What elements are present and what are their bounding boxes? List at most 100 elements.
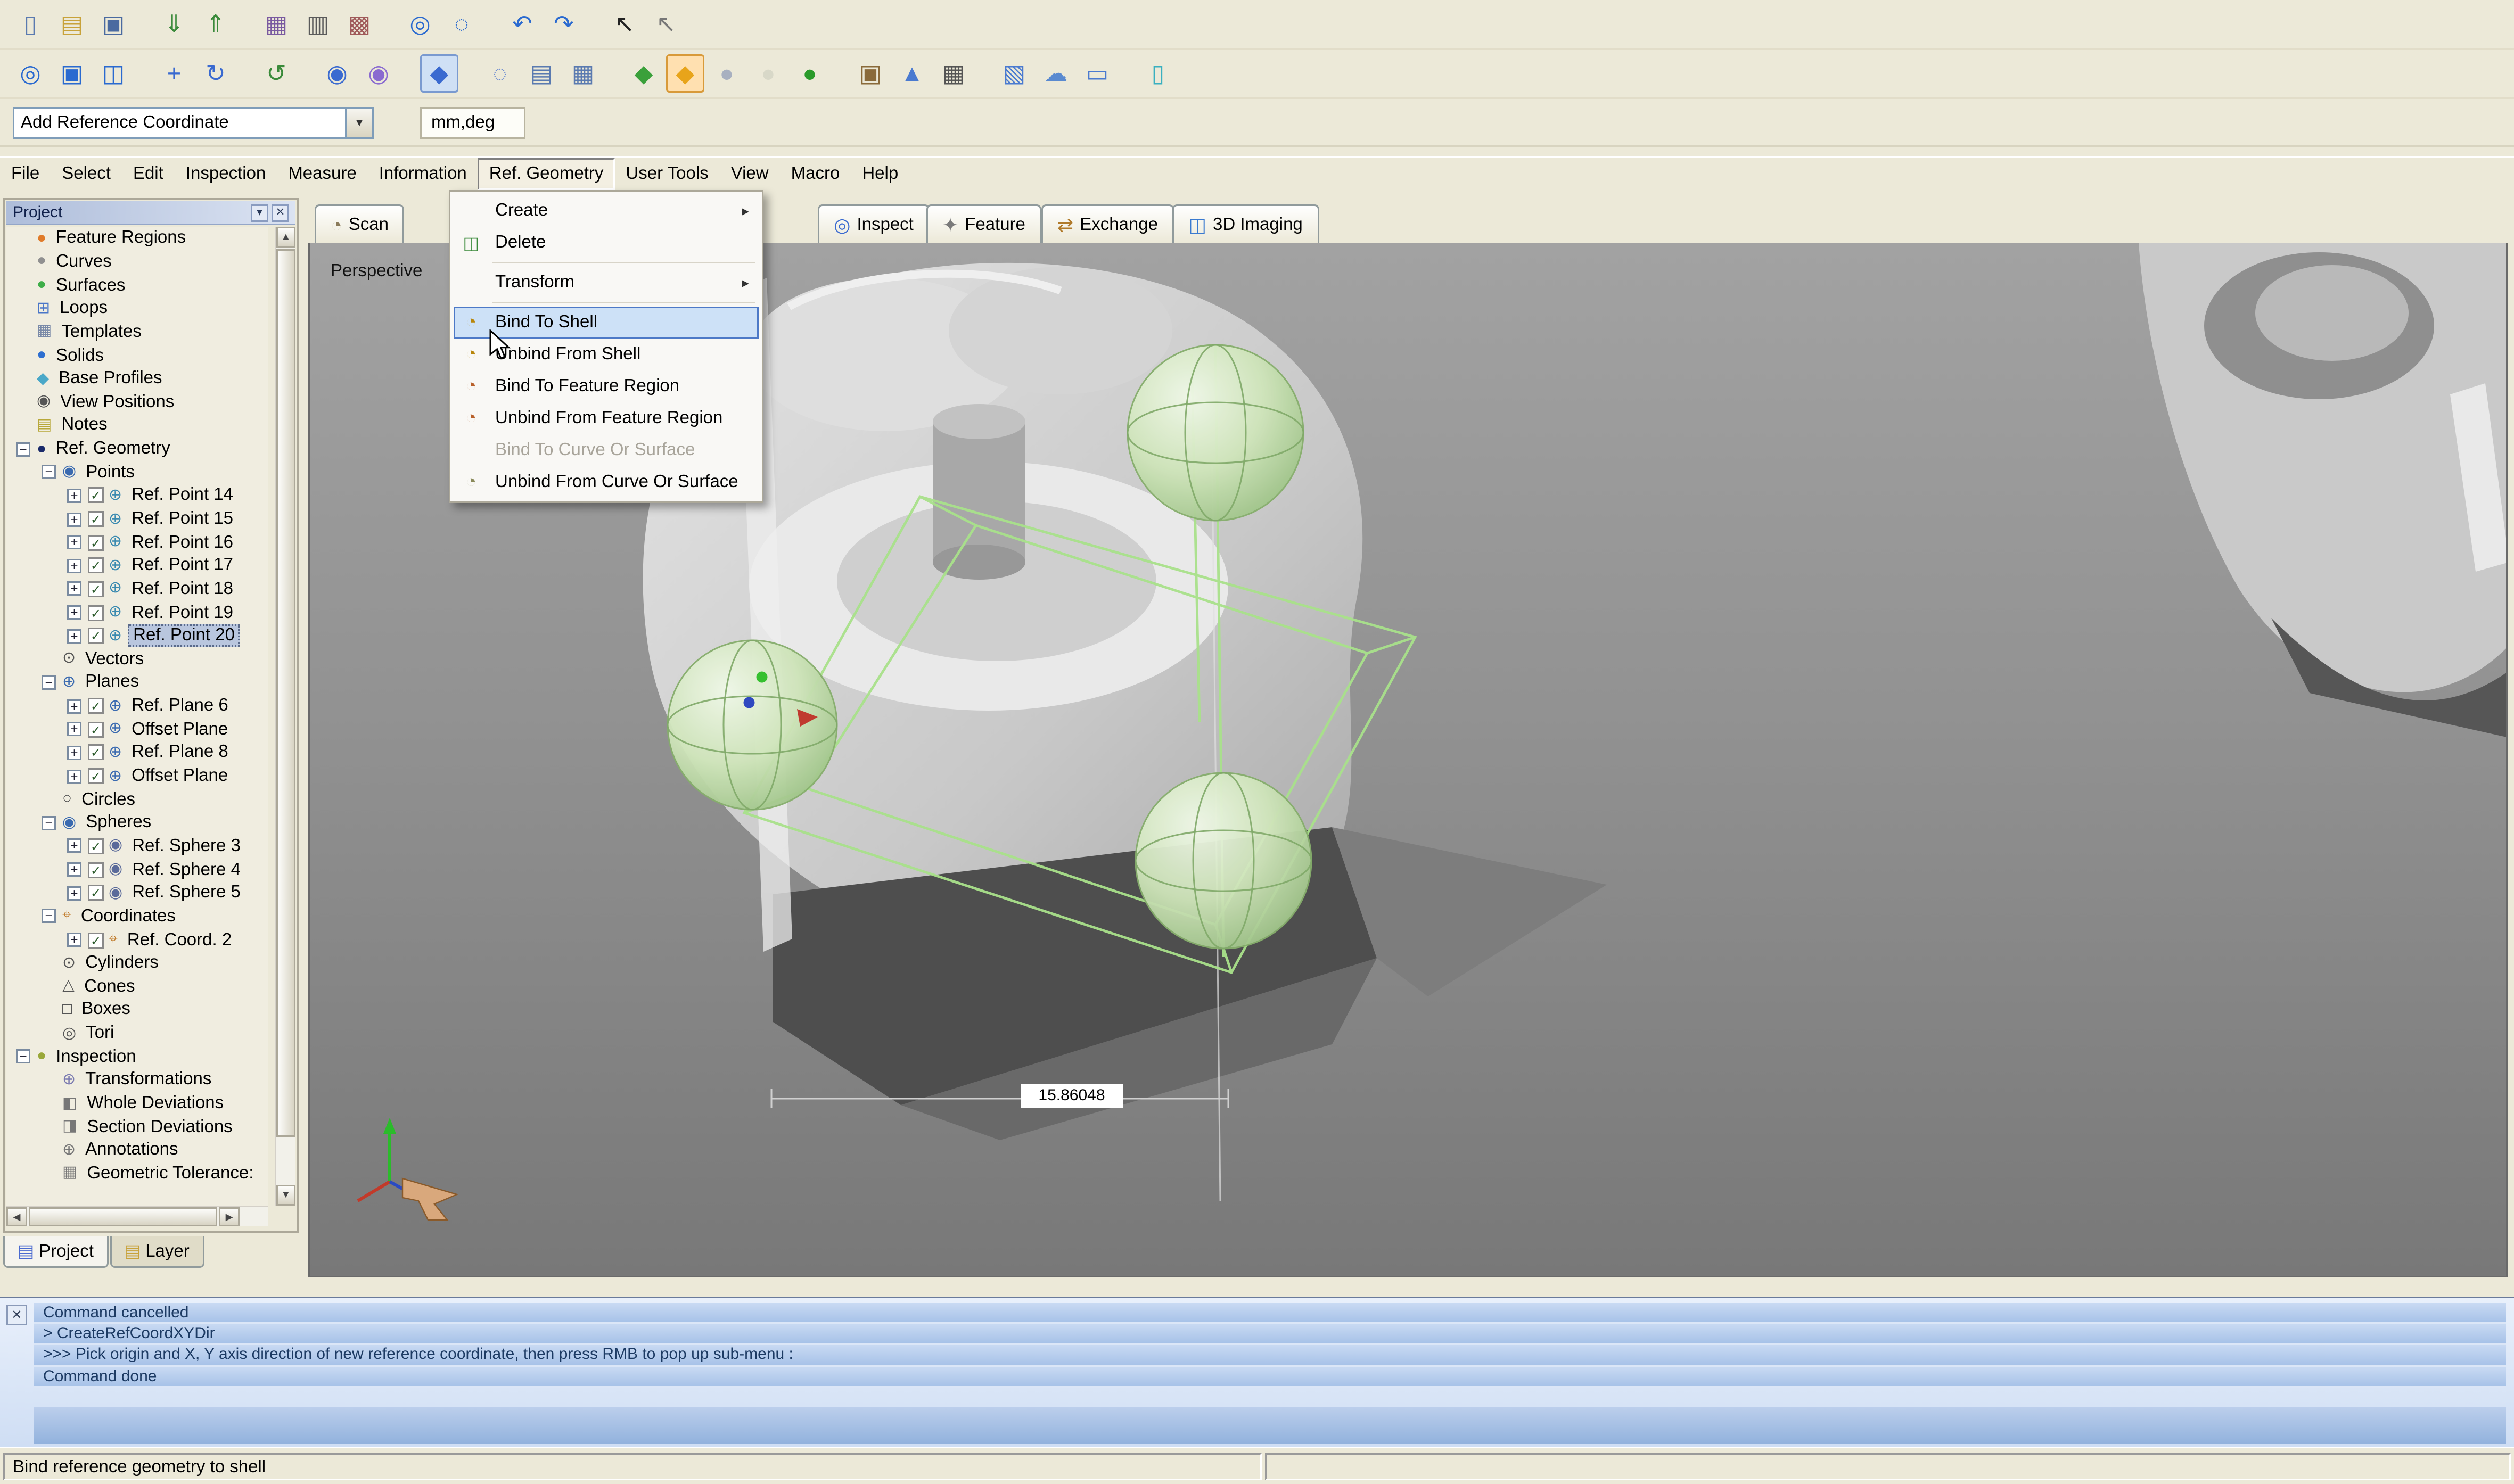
tree-item-vectors[interactable]: ⊙Vectors: [6, 648, 268, 671]
tree-item-offset-plane[interactable]: +✓⊕Offset Plane: [6, 764, 268, 788]
menu-item-transform[interactable]: Transform▸: [454, 267, 759, 299]
zoom-fit-icon[interactable]: ◫: [94, 54, 133, 93]
tree-item-ref-point-17[interactable]: +✓⊕Ref. Point 17: [6, 554, 268, 578]
measure-tree-icon[interactable]: ▲: [893, 54, 931, 93]
visibility-checkbox[interactable]: ✓: [88, 511, 104, 527]
export-file-icon[interactable]: ⇑: [196, 5, 235, 43]
point-set-icon[interactable]: ●: [791, 54, 829, 93]
ref-sphere-3[interactable]: [1128, 345, 1303, 521]
tree-item-whole-deviations[interactable]: ◧Whole Deviations: [6, 1092, 268, 1115]
reference-combobox[interactable]: Add Reference Coordinate ▼: [13, 107, 374, 139]
valid-shell-icon[interactable]: ◆: [625, 54, 663, 93]
expand-minus-icon[interactable]: −: [42, 815, 56, 830]
ruler-icon[interactable]: ▭: [1078, 54, 1116, 93]
expand-plus-icon[interactable]: +: [67, 512, 81, 526]
tree-item-ref-point-18[interactable]: +✓⊕Ref. Point 18: [6, 578, 268, 601]
expand-plus-icon[interactable]: +: [67, 862, 81, 877]
menu-information[interactable]: Information: [368, 158, 478, 190]
expand-minus-icon[interactable]: −: [42, 465, 56, 480]
expand-plus-icon[interactable]: +: [67, 722, 81, 737]
menu-edit[interactable]: Edit: [122, 158, 175, 190]
vertical-scroll-thumb[interactable]: [276, 249, 295, 1137]
ref-sphere-5[interactable]: [1136, 773, 1311, 949]
tree-item-ref-sphere-4[interactable]: +✓◉Ref. Sphere 4: [6, 858, 268, 881]
menu-help[interactable]: Help: [851, 158, 909, 190]
expand-plus-icon[interactable]: +: [67, 535, 81, 549]
expand-minus-icon[interactable]: −: [16, 442, 30, 456]
expand-plus-icon[interactable]: +: [67, 582, 81, 596]
tree-item-view-positions[interactable]: ◉View Positions: [6, 390, 268, 414]
scroll-down-icon[interactable]: ▼: [276, 1185, 295, 1206]
bounding-box-icon[interactable]: ▣: [851, 54, 890, 93]
tree-item-templates[interactable]: ▦Templates: [6, 320, 268, 344]
visibility-checkbox[interactable]: ✓: [88, 862, 104, 878]
save-file-icon[interactable]: ▣: [94, 5, 133, 43]
ref-sphere-4[interactable]: [668, 640, 837, 810]
visibility-checkbox[interactable]: ✓: [88, 768, 104, 784]
visibility-checkbox[interactable]: ✓: [88, 628, 104, 644]
tree-item-ref-point-14[interactable]: +✓⊕Ref. Point 14: [6, 484, 268, 507]
panel-close-icon[interactable]: ✕: [272, 204, 289, 221]
tree-item-cones[interactable]: △Cones: [6, 975, 268, 999]
find-next-icon[interactable]: ◌: [442, 5, 481, 43]
tree-vertical-scrollbar[interactable]: ▲ ▼: [275, 227, 295, 1206]
open-file-icon[interactable]: ▤: [53, 5, 91, 43]
light-control-icon[interactable]: ▯: [1139, 54, 1177, 93]
tree-item-surfaces[interactable]: ●Surfaces: [6, 274, 268, 297]
tree-item-circles[interactable]: ○Circles: [6, 788, 268, 811]
scroll-right-icon[interactable]: ▶: [219, 1207, 240, 1226]
expand-plus-icon[interactable]: +: [67, 839, 81, 853]
mesh-grid-icon[interactable]: ▦: [934, 54, 973, 93]
visibility-checkbox[interactable]: ✓: [88, 885, 104, 901]
tree-item-ref-point-16[interactable]: +✓⊕Ref. Point 16: [6, 531, 268, 554]
visibility-checkbox[interactable]: ✓: [88, 698, 104, 714]
visibility-checkbox[interactable]: ✓: [88, 488, 104, 504]
shell-stack-icon[interactable]: ▤: [522, 54, 561, 93]
tree-item-transformations[interactable]: ⊕Transformations: [6, 1068, 268, 1092]
menu-file[interactable]: File: [0, 158, 51, 190]
menu-select[interactable]: Select: [51, 158, 122, 190]
pan-icon[interactable]: +: [155, 54, 193, 93]
expand-plus-icon[interactable]: +: [67, 605, 81, 620]
render-globe-icon[interactable]: ◉: [359, 54, 398, 93]
expand-plus-icon[interactable]: +: [67, 699, 81, 713]
menu-user-tools[interactable]: User Tools: [614, 158, 719, 190]
tree-item-section-deviations[interactable]: ◨Section Deviations: [6, 1115, 268, 1139]
cloud-data-icon[interactable]: ☁: [1037, 54, 1075, 93]
tree-item-geometric-tolerance[interactable]: ▦Geometric Tolerance:: [6, 1162, 268, 1185]
menu-macro[interactable]: Macro: [780, 158, 851, 190]
tree-item-points[interactable]: −◉Points: [6, 460, 268, 484]
visibility-checkbox[interactable]: ✓: [88, 721, 104, 737]
expand-plus-icon[interactable]: +: [67, 886, 81, 900]
menu-ref-geometry[interactable]: Ref. Geometry: [478, 158, 615, 190]
tree-item-annotations[interactable]: ⊕Annotations: [6, 1139, 268, 1162]
menu-view[interactable]: View: [720, 158, 780, 190]
tree-item-base-profiles[interactable]: ◆Base Profiles: [6, 367, 268, 391]
tree-item-ref-sphere-5[interactable]: +✓◉Ref. Sphere 5: [6, 881, 268, 905]
print-icon[interactable]: ▥: [299, 5, 337, 43]
new-file-icon[interactable]: ▯: [11, 5, 50, 43]
tree-item-ref-plane-8[interactable]: +✓⊕Ref. Plane 8: [6, 741, 268, 764]
panel-tab-layer[interactable]: ▤Layer: [110, 1236, 204, 1268]
menu-measure[interactable]: Measure: [277, 158, 367, 190]
menu-item-unbind-from-curve-or-surface[interactable]: ◔Unbind From Curve Or Surface: [454, 466, 759, 498]
menu-item-bind-to-feature-region[interactable]: ◔Bind To Feature Region: [454, 370, 759, 402]
panel-menu-icon[interactable]: ▾: [251, 204, 268, 221]
expand-plus-icon[interactable]: +: [67, 558, 81, 573]
expand-plus-icon[interactable]: +: [67, 489, 81, 503]
active-shell-icon[interactable]: ◆: [666, 54, 704, 93]
expand-minus-icon[interactable]: −: [16, 1050, 30, 1064]
image-export-icon[interactable]: ▩: [340, 5, 379, 43]
zoom-window-icon[interactable]: ▣: [53, 54, 91, 93]
tree-item-ref-coord-2[interactable]: +✓⌖Ref. Coord. 2: [6, 928, 268, 952]
visibility-checkbox[interactable]: ✓: [88, 605, 104, 621]
menu-item-delete[interactable]: ◫Delete: [454, 227, 759, 259]
visibility-checkbox[interactable]: ✓: [88, 932, 104, 948]
tree-item-ref-plane-6[interactable]: +✓⊕Ref. Plane 6: [6, 694, 268, 718]
tab-scan[interactable]: ◔Scan: [315, 204, 405, 243]
tree-item-ref-sphere-3[interactable]: +✓◉Ref. Sphere 3: [6, 835, 268, 858]
menu-item-create[interactable]: Create▸: [454, 195, 759, 227]
tree-horizontal-scrollbar[interactable]: ◀ ▶: [6, 1206, 268, 1226]
section-view-icon[interactable]: ▧: [995, 54, 1033, 93]
project-panel-titlebar[interactable]: Project ▾✕: [6, 201, 295, 225]
